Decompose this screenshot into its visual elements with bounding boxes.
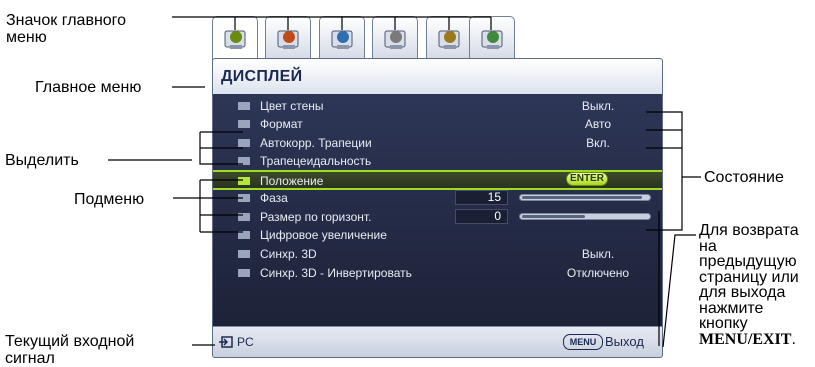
callout-return: Для возврата на предыдущую страницу или … — [699, 222, 799, 348]
menu-row-number: 0 — [455, 209, 508, 224]
menu-row-value: Отключено — [566, 266, 630, 280]
menu-row-label: Трапецеидальность — [260, 154, 372, 168]
digital-zoom-icon — [238, 231, 250, 239]
aspect-ratio-icon — [238, 120, 250, 128]
enter-badge[interactable]: ENTER — [566, 172, 608, 186]
menu-row-label: Синхр. 3D - Инвертировать — [260, 266, 412, 280]
sync-3d-invert-icon — [238, 269, 250, 277]
position-icon — [238, 177, 250, 185]
sync-3d-icon — [238, 250, 250, 258]
exit-label: Выход — [605, 334, 644, 349]
tab-display[interactable] — [212, 16, 258, 60]
menu-row-label: Синхр. 3D — [260, 247, 317, 261]
callout-main-menu: Главное меню — [35, 79, 142, 96]
menu-row-number: 15 — [455, 190, 508, 205]
picture-icon — [277, 30, 299, 49]
phase-icon — [238, 194, 250, 202]
osd-title: ДИСПЛЕЙ — [221, 68, 303, 85]
callout-highlight: Выделить — [5, 152, 79, 169]
menu-row-h-size[interactable]: Размер по горизонт. 0 — [213, 208, 662, 227]
callout-main-menu-icon: Значок главного меню — [6, 12, 127, 46]
menu-key-badge: MENU — [563, 334, 603, 350]
menu-row-aspect-ratio[interactable]: Формат Авто — [213, 115, 662, 134]
value-slider[interactable] — [519, 213, 651, 220]
tab-information[interactable] — [469, 16, 515, 58]
menu-row-label: Размер по горизонт. — [260, 210, 372, 224]
menu-row-label: Положение — [260, 174, 324, 188]
menu-row-digital-zoom[interactable]: Цифровое увеличение — [213, 226, 662, 245]
menu-row-phase[interactable]: Фаза 15 — [213, 189, 662, 208]
keystone-icon — [238, 139, 250, 147]
callout-submenu: Подменю — [74, 191, 145, 208]
menu-row-sync-3d-invert[interactable]: Синхр. 3D - Инвертировать Отключено — [213, 264, 662, 283]
tab-source[interactable] — [319, 16, 365, 58]
menu-row-value: Выкл. — [581, 247, 615, 261]
callout-current-input: Текущий входной сигнал — [5, 333, 135, 367]
wall-color-icon — [238, 102, 250, 110]
menu-row-position[interactable]: Положение ENTER — [213, 170, 662, 190]
menu-row-wall-color[interactable]: Цвет стены Выкл. — [213, 97, 662, 116]
h-size-icon — [238, 213, 250, 221]
source-icon — [331, 30, 353, 49]
callout-status: Состояние — [704, 169, 784, 186]
information-icon — [481, 30, 503, 49]
menu-row-label: Фаза — [260, 191, 288, 205]
osd-title-bar: ДИСПЛЕЙ — [213, 59, 662, 95]
input-source-icon — [219, 336, 233, 348]
menu-row-value: Вкл. — [586, 136, 610, 150]
menu-row-sync-3d[interactable]: Синхр. 3D Выкл. — [213, 245, 662, 264]
menu-row-keystone[interactable]: Автокорр. Трапеции Вкл. — [213, 134, 662, 153]
menu-row-label: Цвет стены — [260, 99, 324, 113]
system-setup-basic-icon — [384, 30, 406, 49]
tab-system-setup-advanced[interactable] — [426, 16, 472, 58]
osd-window: ДИСПЛЕЙ Цвет стены Выкл. Формат Авто Автокор… — [212, 58, 663, 358]
menu-row-value: Авто — [584, 117, 612, 131]
display-icon — [224, 30, 246, 49]
osd-footer: PC MENU Выход — [213, 326, 662, 357]
menu-row-keystone-manual[interactable]: Трапецеидальность — [213, 152, 662, 171]
value-slider[interactable] — [519, 194, 651, 201]
tab-picture[interactable] — [265, 16, 311, 58]
menu-row-label: Цифровое увеличение — [260, 228, 387, 242]
slider-fill — [522, 196, 642, 199]
callout-return-key: MENU/EXIT — [699, 330, 792, 348]
menu-row-label: Формат — [260, 117, 303, 131]
system-setup-advanced-icon — [438, 30, 460, 49]
tab-system-setup-basic[interactable] — [372, 16, 418, 58]
current-input-source: PC — [237, 335, 254, 349]
callout-return-text: Для возврата на предыдущую страницу или … — [699, 222, 799, 332]
menu-row-value: Выкл. — [581, 99, 615, 113]
keystone-manual-icon — [238, 157, 250, 165]
menu-row-label: Автокорр. Трапеции — [260, 136, 372, 150]
slider-fill — [522, 215, 585, 218]
osd-menu-list: Цвет стены Выкл. Формат Авто Автокорр. Трапе… — [213, 94, 662, 329]
